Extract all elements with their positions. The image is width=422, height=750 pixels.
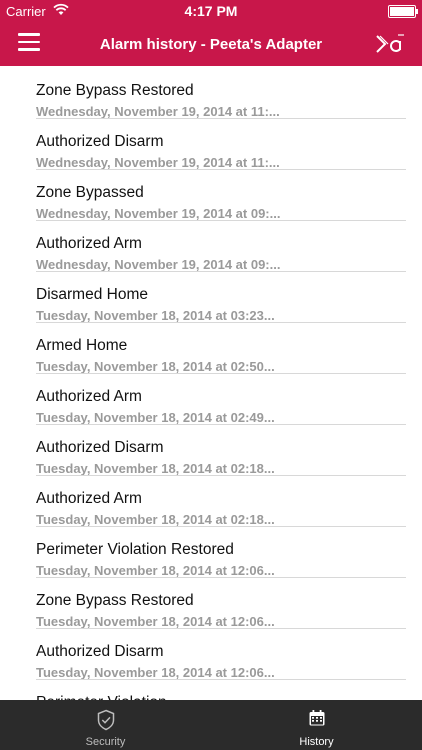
list-item[interactable]: Authorized Disarm Tuesday, November 18, 2… [0,627,422,680]
event-title: Zone Bypass Restored [36,82,194,99]
list-item[interactable]: Authorized Arm Tuesday, November 18, 2014… [0,474,422,527]
event-title: Perimeter Violation Restored [36,541,234,558]
alarm-history-list[interactable]: Zone Bypass Restored Wednesday, November … [0,66,422,700]
tab-bar: Security History [0,700,422,750]
list-item[interactable]: Authorized Disarm Tuesday, November 18, 2… [0,423,422,476]
brand-logo [374,31,406,57]
list-item[interactable]: Armed Home Tuesday, November 18, 2014 at … [0,321,422,374]
list-item[interactable]: Zone Bypass Restored Wednesday, November … [0,66,422,119]
list-item[interactable]: Authorized Arm Wednesday, November 19, 20… [0,219,422,272]
list-item[interactable]: Perimeter Violation Restored Tuesday, Nov… [0,525,422,578]
battery-icon [388,5,418,18]
list-item[interactable]: Zone Bypassed Wednesday, November 19, 201… [0,168,422,221]
event-title: Authorized Arm [36,490,142,507]
list-item[interactable]: Authorized Arm Tuesday, November 18, 2014… [0,372,422,425]
shield-icon [96,709,116,736]
list-item[interactable]: Authorized Disarm Wednesday, November 19,… [0,117,422,170]
event-title: Authorized Disarm [36,439,164,456]
list-item[interactable]: Zone Bypass Restored Tuesday, November 18… [0,576,422,629]
nav-bar: Alarm history - Peeta's Adapter [0,22,422,66]
event-title: Zone Bypass Restored [36,592,194,609]
event-title: Authorized Disarm [36,133,164,150]
status-bar: Carrier 4:17 PM [0,0,422,22]
tab-security[interactable]: Security [0,700,211,750]
event-title: Authorized Arm [36,388,142,405]
tab-history[interactable]: History [211,700,422,750]
page-title: Alarm history - Peeta's Adapter [99,36,323,53]
event-title: Authorized Arm [36,235,142,252]
clock: 4:17 PM [184,3,238,19]
event-title: Armed Home [36,337,128,354]
event-title: Zone Bypassed [36,184,144,201]
event-title: Disarmed Home [36,286,148,303]
event-title: Authorized Disarm [36,643,164,660]
calendar-icon [308,709,326,732]
list-item[interactable]: Disarmed Home Tuesday, November 18, 2014 … [0,270,422,323]
tab-security-label: Security [85,736,126,748]
list-item[interactable]: Perimeter Violation [0,678,422,700]
tab-history-label: History [299,736,334,748]
